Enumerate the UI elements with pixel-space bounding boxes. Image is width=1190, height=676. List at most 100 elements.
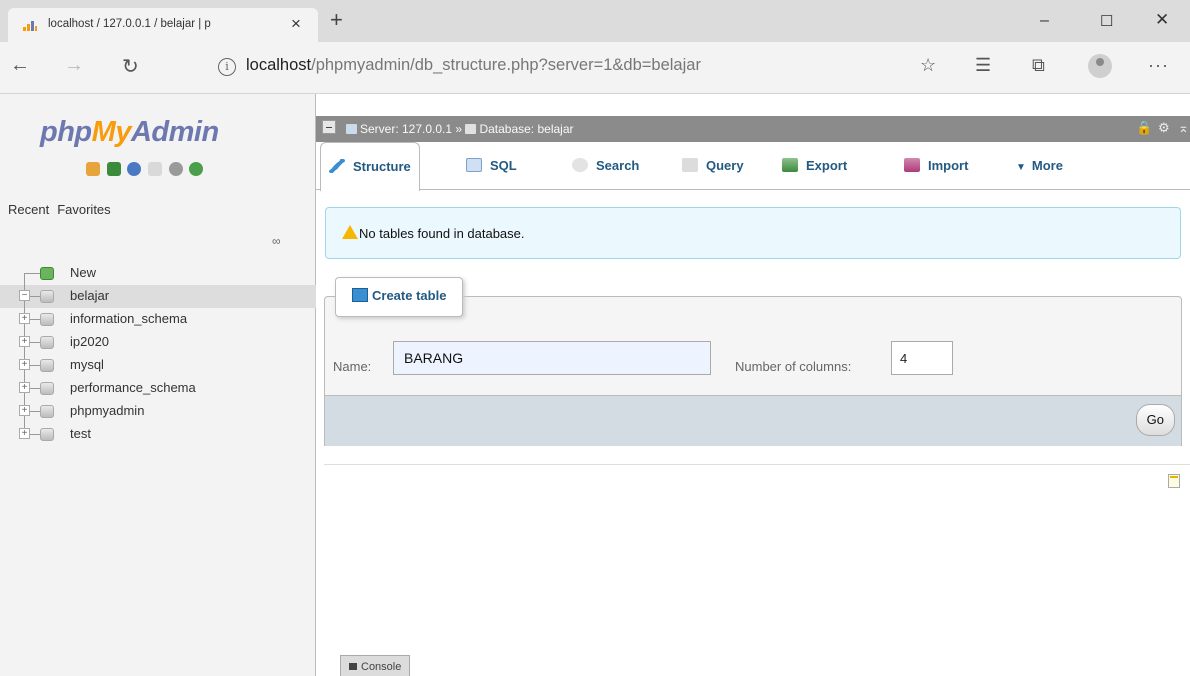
profile-avatar[interactable]	[1088, 54, 1112, 78]
minimize-icon[interactable]: –	[1040, 12, 1049, 30]
close-tab-icon[interactable]: ×	[291, 14, 301, 34]
tab-import[interactable]: Import	[904, 142, 968, 189]
phpmyadmin-logo[interactable]: phpMyAdmin	[40, 116, 219, 149]
collapse-panel-icon[interactable]	[322, 120, 336, 134]
new-tab-icon[interactable]: +	[330, 7, 343, 33]
create-table-legend: Create table	[335, 277, 464, 317]
go-button[interactable]: Go	[1135, 404, 1175, 436]
url-host: localhost	[246, 56, 312, 74]
link-icon[interactable]: ∞	[272, 234, 281, 248]
more-options-icon[interactable]: ···	[1148, 55, 1169, 76]
tab-structure[interactable]: Structure	[320, 142, 420, 191]
docs-icon[interactable]	[147, 161, 162, 176]
maximize-icon[interactable]: ☐	[1100, 12, 1113, 30]
quick-icons	[86, 160, 206, 178]
chevron-down-icon: ▼	[1016, 162, 1026, 173]
tree-connector	[24, 273, 25, 285]
breadcrumb: Server: 127.0.0.1 » Database: belajar	[346, 122, 574, 136]
tab-label: SQL	[490, 158, 517, 173]
collections-icon[interactable]: ⧉	[1032, 55, 1045, 76]
tab-label: Structure	[353, 159, 411, 174]
refresh-icon[interactable]: ↻	[122, 54, 139, 79]
database-icon	[40, 359, 54, 372]
tree-connector	[30, 365, 40, 366]
tree-item-belajar[interactable]: − belajar	[0, 285, 316, 308]
help-icon[interactable]	[127, 161, 142, 176]
tree-label: belajar	[70, 288, 110, 303]
expand-icon[interactable]: +	[19, 313, 30, 324]
table-add-icon	[352, 288, 368, 302]
tree-connector	[24, 273, 40, 274]
database-tree: New − belajar + information_schema + ip2…	[0, 262, 316, 446]
expand-icon[interactable]: +	[19, 428, 30, 439]
tree-item-new[interactable]: New	[0, 262, 316, 285]
create-table-form: Create table Name: Number of columns: Go	[324, 277, 1182, 446]
tab-sql[interactable]: SQL	[466, 142, 517, 189]
expand-icon[interactable]: +	[19, 382, 30, 393]
reload-icon[interactable]	[189, 161, 204, 176]
table-name-input[interactable]	[393, 341, 711, 375]
legend-label: Create table	[372, 288, 447, 303]
tab-query[interactable]: Query	[682, 142, 744, 189]
tab-search[interactable]: Search	[572, 142, 639, 189]
tree-item-performance-schema[interactable]: + performance_schema	[0, 377, 316, 400]
gear-icon[interactable]: ⚙	[1158, 120, 1170, 136]
tree-connector	[30, 296, 40, 297]
phpmyadmin-favicon-icon	[23, 21, 37, 31]
site-info-icon[interactable]: i	[218, 58, 236, 76]
recent-tab[interactable]: Recent	[8, 202, 49, 217]
logout-icon[interactable]	[106, 161, 121, 176]
tree-item-ip2020[interactable]: + ip2020	[0, 331, 316, 354]
logo-admin: Admin	[130, 116, 219, 148]
tab-export[interactable]: Export	[782, 142, 847, 189]
favorite-star-icon[interactable]: ☆	[920, 55, 936, 76]
database-icon	[465, 124, 477, 134]
expand-icon[interactable]: +	[19, 359, 30, 370]
tree-label: New	[70, 265, 97, 280]
import-icon	[904, 158, 920, 172]
navigation-panel: phpMyAdmin Recent Favorites ∞ New − belaj…	[0, 94, 316, 676]
tab-label: Query	[706, 158, 744, 173]
tree-label: mysql	[70, 357, 104, 372]
browser-tab[interactable]: localhost / 127.0.0.1 / belajar | p ×	[8, 8, 318, 42]
url-path: /phpmyadmin/db_structure.php?server=1&db…	[311, 56, 701, 74]
breadcrumb-server[interactable]: Server: 127.0.0.1	[360, 122, 452, 136]
database-icon	[40, 405, 54, 418]
structure-icon	[329, 159, 345, 173]
tree-connector	[30, 388, 40, 389]
new-database-icon	[40, 267, 54, 280]
favorites-list-icon[interactable]: ☰	[975, 55, 991, 76]
url-field[interactable]: localhost/phpmyadmin/db_structure.php?se…	[246, 56, 701, 75]
home-icon[interactable]	[86, 161, 100, 176]
divider	[324, 464, 1190, 465]
settings-icon[interactable]	[168, 161, 183, 176]
search-icon	[572, 158, 588, 172]
page-notes-icon[interactable]	[1168, 474, 1180, 488]
favorites-tab[interactable]: Favorites	[57, 202, 110, 217]
browser-titlebar: localhost / 127.0.0.1 / belajar | p × + …	[0, 0, 1190, 42]
tree-label: test	[70, 426, 91, 441]
breadcrumb-separator: »	[455, 122, 463, 136]
expand-icon[interactable]: +	[19, 405, 30, 416]
tab-label: More	[1031, 158, 1063, 173]
tree-item-information-schema[interactable]: + information_schema	[0, 308, 316, 331]
database-icon	[40, 336, 54, 349]
tree-label: performance_schema	[70, 380, 196, 395]
export-icon	[782, 158, 798, 172]
arrow-up-icon[interactable]: ⌅	[1178, 120, 1189, 136]
back-icon[interactable]: ←	[10, 54, 30, 77]
tab-label: Import	[928, 158, 969, 173]
console-tab[interactable]: Console	[340, 655, 411, 676]
sql-icon	[466, 158, 482, 172]
collapse-icon[interactable]: −	[19, 290, 30, 301]
tree-item-test[interactable]: + test	[0, 423, 316, 446]
expand-icon[interactable]: +	[19, 336, 30, 347]
close-window-icon[interactable]: ✕	[1155, 10, 1169, 30]
tree-item-phpmyadmin[interactable]: + phpmyadmin	[0, 400, 316, 423]
lock-icon[interactable]: 🔒	[1136, 120, 1152, 136]
tree-item-mysql[interactable]: + mysql	[0, 354, 316, 377]
number-of-columns-input[interactable]	[891, 341, 953, 375]
forward-icon[interactable]: →	[64, 54, 84, 77]
breadcrumb-database[interactable]: Database: belajar	[479, 122, 573, 136]
tab-more[interactable]: ▼ More	[1016, 142, 1063, 189]
